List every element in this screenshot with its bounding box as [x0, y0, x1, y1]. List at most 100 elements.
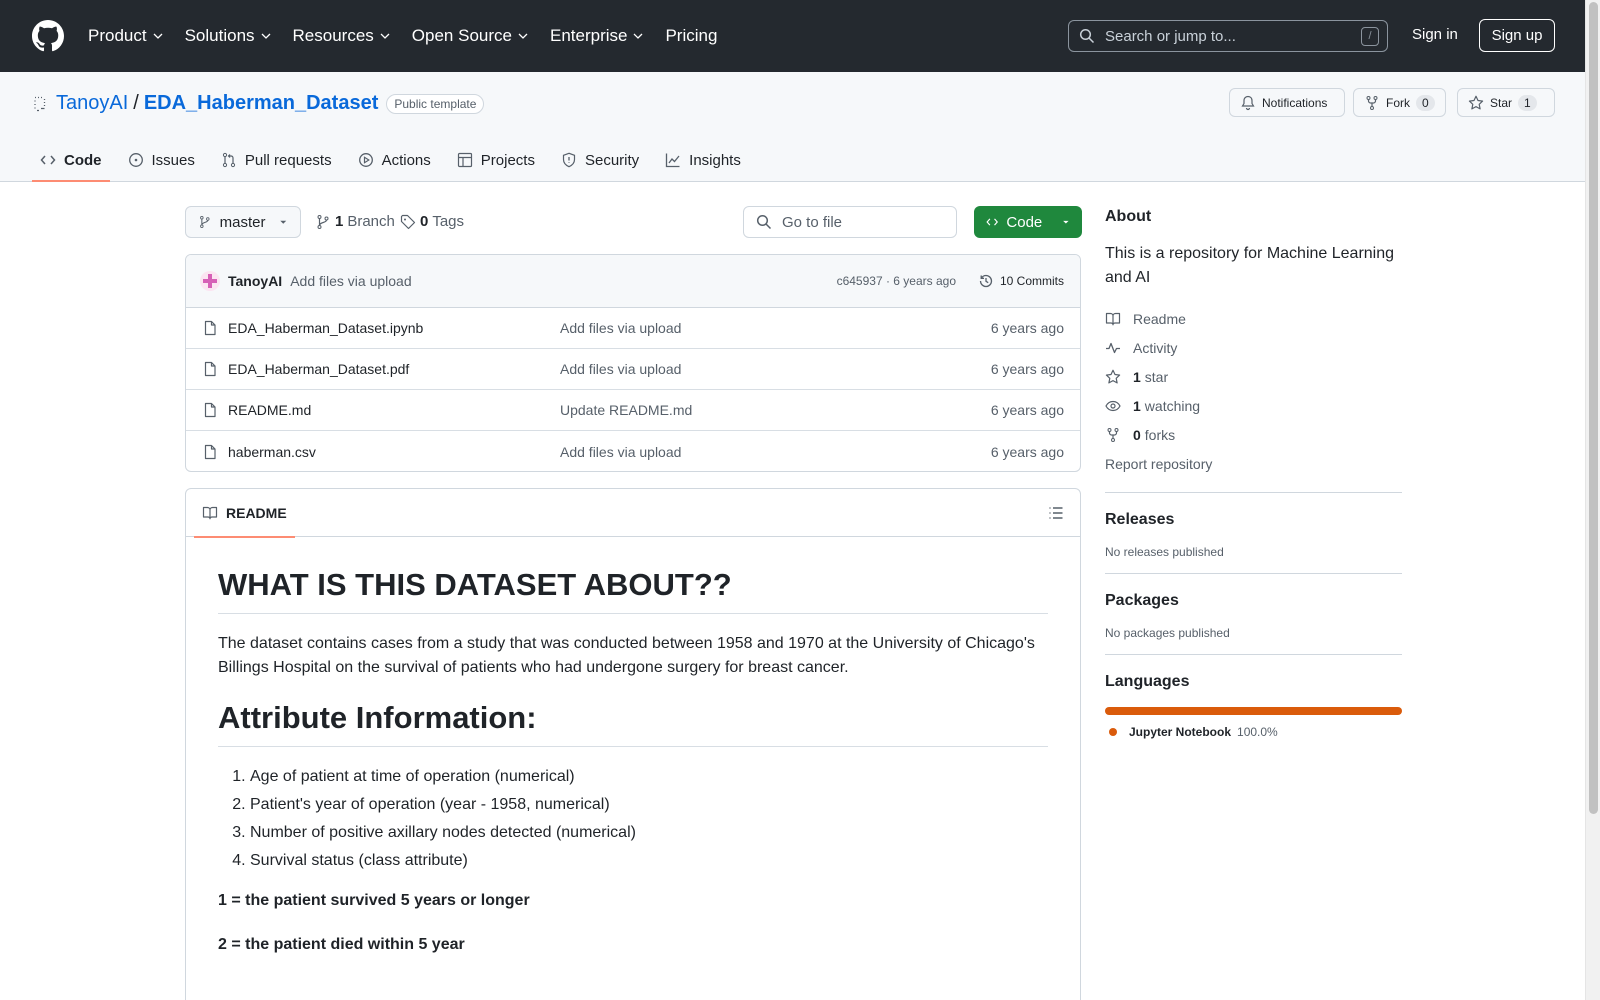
file-name[interactable]: haberman.csv	[228, 444, 316, 460]
commit-hash-age[interactable]: c645937 · 6 years ago	[837, 274, 956, 288]
watching-label: watching	[1144, 397, 1201, 414]
search-placeholder: Search or jump to...	[1105, 27, 1236, 45]
file-age: 6 years ago	[990, 320, 1064, 336]
attribute-list: Age of patient at time of operation (num…	[218, 763, 1048, 875]
table-row[interactable]: EDA_Haberman_Dataset.pdf Add files via u…	[186, 349, 1080, 390]
star-count: 1	[1518, 94, 1537, 111]
visibility-badge: Public template	[386, 93, 485, 114]
commits-link[interactable]: 10 Commits	[978, 273, 1064, 289]
fork-icon	[1366, 95, 1378, 110]
branch-icon	[317, 214, 329, 229]
pulse-icon	[1106, 342, 1120, 353]
code-button-label: Code	[1006, 213, 1043, 231]
eye-icon	[1105, 400, 1121, 411]
tab-label: Insights	[689, 151, 741, 169]
branches-link[interactable]: 1 Branch	[315, 213, 395, 230]
file-name[interactable]: EDA_Haberman_Dataset.pdf	[228, 361, 409, 377]
tag-label: Tags	[432, 213, 465, 230]
tab-readme[interactable]: README	[194, 489, 295, 538]
nav-resources[interactable]: Resources	[293, 26, 390, 46]
pull-request-icon	[222, 152, 235, 168]
report-repository-link[interactable]: Report repository	[1105, 449, 1402, 478]
sign-up-button[interactable]: Sign up	[1479, 19, 1555, 52]
forks-link[interactable]: 0 forks	[1105, 420, 1402, 449]
tag-icon	[400, 214, 416, 229]
file-commit-message[interactable]: Add files via upload	[560, 444, 681, 460]
sign-in-link[interactable]: Sign in	[1412, 26, 1458, 43]
languages-heading: Languages	[1105, 673, 1190, 690]
tab-insights[interactable]: Insights	[657, 140, 749, 180]
branch-count: 1	[335, 213, 344, 230]
activity-link[interactable]: Activity	[1105, 333, 1402, 362]
search-input[interactable]: Search or jump to... /	[1068, 20, 1388, 52]
repo-name-link[interactable]: EDA_Haberman_Dataset	[144, 92, 379, 115]
nav-label: Resources	[292, 26, 374, 45]
page-scrollbar[interactable]	[1585, 0, 1600, 1000]
tab-projects[interactable]: Projects	[449, 140, 543, 180]
nav-pricing[interactable]: Pricing	[665, 26, 717, 46]
file-name[interactable]: EDA_Haberman_Dataset.ipynb	[228, 320, 423, 336]
tab-issues[interactable]: Issues	[120, 140, 203, 180]
tab-pull-requests[interactable]: Pull requests	[213, 140, 340, 180]
avatar[interactable]	[200, 271, 220, 291]
repo-owner-link[interactable]: TanoyAI	[56, 92, 128, 115]
commit-author[interactable]: TanoyAI	[228, 273, 282, 289]
nav-label: Solutions	[184, 26, 255, 45]
file-age: 6 years ago	[990, 443, 1064, 460]
file-name[interactable]: README.md	[228, 402, 311, 418]
nav-product[interactable]: Product	[88, 26, 163, 46]
file-commit-message[interactable]: Update README.md	[560, 402, 692, 418]
readme-link-label: Readme	[1133, 310, 1186, 327]
fork-button[interactable]: Fork 0	[1353, 88, 1446, 117]
commit-message[interactable]: Add files via upload	[290, 273, 411, 289]
divider	[1105, 492, 1402, 493]
bell-icon	[1241, 95, 1255, 110]
code-dropdown-button[interactable]: Code	[974, 206, 1082, 238]
forks-label: forks	[1144, 426, 1176, 443]
history-icon	[979, 274, 993, 288]
github-logo-icon[interactable]	[32, 20, 64, 52]
readme-subheading: Attribute Information:	[218, 700, 1048, 747]
graph-icon	[666, 153, 680, 168]
go-to-file-input[interactable]: Go to file	[743, 206, 957, 238]
chevron-down-icon	[518, 33, 528, 39]
repo-template-icon	[34, 96, 46, 111]
nav-solutions[interactable]: Solutions	[185, 26, 271, 46]
status-note-1: 1 = the patient survived 5 years or long…	[218, 892, 530, 909]
language-percent: 100.0%	[1237, 725, 1278, 739]
file-commit-message[interactable]: Add files via upload	[560, 361, 681, 377]
about-description: This is a repository for Machine Learnin…	[1105, 245, 1395, 286]
chevron-down-icon	[634, 33, 643, 39]
nav-enterprise[interactable]: Enterprise	[550, 26, 643, 46]
nav-label: Product	[88, 26, 147, 45]
file-commit-message[interactable]: Add files via upload	[560, 320, 681, 336]
notifications-button[interactable]: Notifications	[1229, 88, 1345, 117]
branch-select-button[interactable]: master	[185, 206, 301, 238]
list-item: Age of patient at time of operation (num…	[250, 763, 1048, 791]
table-row[interactable]: haberman.csv Add files via upload 6 year…	[186, 431, 1080, 471]
star-button[interactable]: Star 1	[1457, 88, 1555, 117]
shield-icon	[562, 152, 576, 168]
releases-heading[interactable]: Releases	[1105, 511, 1402, 529]
global-header: Product Solutions Resources Open Source …	[0, 0, 1585, 72]
readme-link[interactable]: Readme	[1105, 304, 1402, 333]
stars-link[interactable]: 1 star	[1105, 362, 1402, 391]
scrollbar-thumb[interactable]	[1589, 2, 1598, 814]
packages-heading[interactable]: Packages	[1105, 592, 1402, 610]
nav-open-source[interactable]: Open Source	[412, 26, 528, 46]
tags-link[interactable]: 0 Tags	[400, 213, 464, 230]
table-row[interactable]: README.md Update README.md 6 years ago	[186, 390, 1080, 431]
file-navigation: master 1 Branch 0 Tags Go to file Code	[185, 206, 1082, 238]
file-icon	[204, 402, 216, 418]
divider	[1105, 654, 1402, 655]
tab-actions[interactable]: Actions	[350, 140, 439, 180]
readme-tab-label: README	[226, 505, 287, 521]
tab-code[interactable]: Code	[32, 140, 110, 182]
outline-list-icon[interactable]	[1048, 505, 1064, 521]
tab-security[interactable]: Security	[553, 140, 647, 180]
table-row[interactable]: EDA_Haberman_Dataset.ipynb Add files via…	[186, 308, 1080, 349]
stars-count: 1	[1133, 368, 1141, 385]
watchers-link[interactable]: 1 watching	[1105, 391, 1402, 420]
language-item[interactable]: Jupyter Notebook 100.0%	[1105, 725, 1402, 739]
readme-header: README	[186, 489, 1080, 538]
